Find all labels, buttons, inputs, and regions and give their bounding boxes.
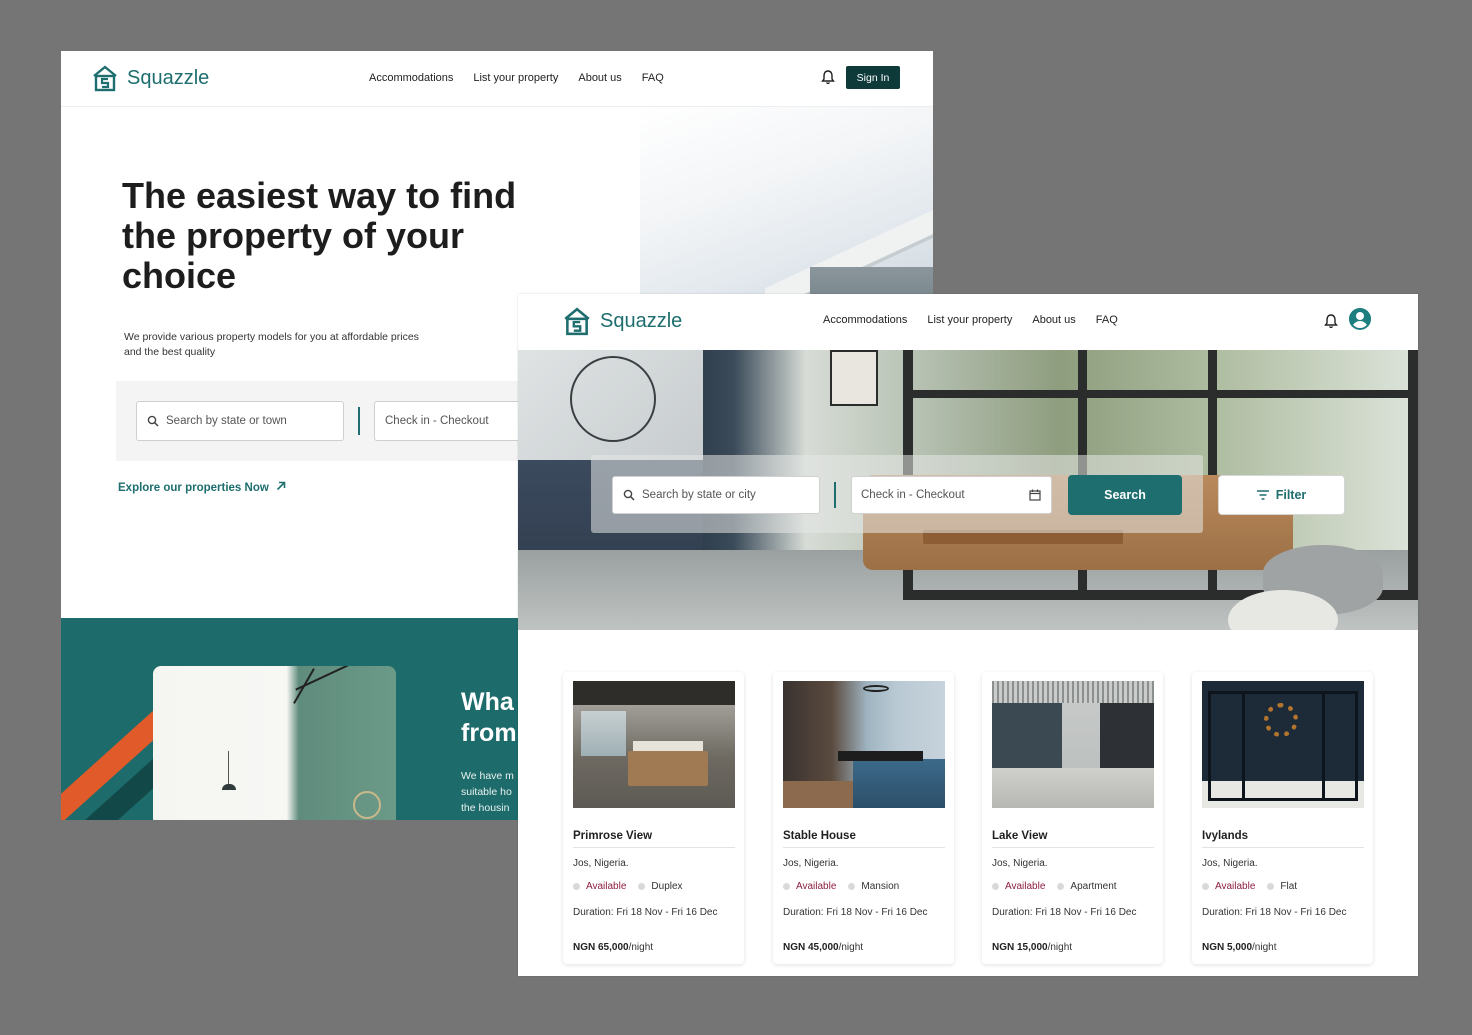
landing-header: Squazzle Accommodations List your proper… <box>61 51 933 107</box>
state-town-search-input[interactable]: Search by state or town <box>136 401 344 441</box>
sign-in-button[interactable]: Sign In <box>846 66 900 89</box>
explore-properties-link[interactable]: Explore our properties Now <box>118 481 286 494</box>
calendar-icon[interactable] <box>1029 489 1041 501</box>
house-logo-icon <box>564 307 590 336</box>
section-text: We have m suitable ho the housin <box>461 770 514 814</box>
status-dot-icon <box>1202 883 1209 890</box>
search-placeholder: Search by state or city <box>642 489 756 501</box>
date-placeholder: Check in - Checkout <box>385 415 489 427</box>
availability-status: Available <box>796 881 837 892</box>
type-dot-icon <box>1267 883 1275 890</box>
property-photo <box>573 681 735 808</box>
user-avatar-icon[interactable] <box>1349 308 1371 330</box>
stay-duration: Duration: Fri 18 Nov - Fri 16 Dec <box>783 907 928 918</box>
property-card[interactable]: Lake View Jos, Nigeria. Available Apartm… <box>982 672 1163 964</box>
section-heading: Wha from <box>461 688 517 747</box>
hero-subtext: We provide various property models for y… <box>124 331 419 358</box>
status-dot-icon <box>992 883 999 890</box>
availability-status: Available <box>586 881 627 892</box>
main-nav: Accommodations List your property About … <box>823 314 1118 326</box>
explore-link-label: Explore our properties Now <box>118 482 269 494</box>
state-city-search-input[interactable]: Search by state or city <box>612 476 820 514</box>
bell-icon[interactable] <box>1324 313 1338 329</box>
search-divider <box>358 407 360 435</box>
type-dot-icon <box>638 883 646 890</box>
search-icon <box>623 489 635 501</box>
nav-about-us[interactable]: About us <box>578 72 621 84</box>
property-card[interactable]: Stable House Jos, Nigeria. Available Man… <box>773 672 954 964</box>
checkin-checkout-input[interactable]: Check in - Checkout <box>851 476 1052 514</box>
property-location: Jos, Nigeria. <box>783 858 839 869</box>
filter-button[interactable]: Filter <box>1218 475 1345 515</box>
nightly-price: NGN 5,000/night <box>1202 942 1277 953</box>
stay-duration: Duration: Fri 18 Nov - Fri 16 Dec <box>1202 907 1347 918</box>
property-name: Primrose View <box>573 830 653 842</box>
hero-search-panel: Search by state or town Check in - Check… <box>116 381 544 461</box>
bell-icon[interactable] <box>821 69 835 85</box>
status-dot-icon <box>783 883 790 890</box>
search-placeholder: Search by state or town <box>166 415 287 427</box>
status-dot-icon <box>573 883 580 890</box>
property-location: Jos, Nigeria. <box>1202 858 1258 869</box>
nav-about-us[interactable]: About us <box>1032 314 1075 326</box>
hero-building-image <box>640 107 933 297</box>
brand-name: Squazzle <box>127 66 210 89</box>
search-button[interactable]: Search <box>1068 475 1182 515</box>
nav-list-property[interactable]: List your property <box>927 314 1012 326</box>
arrow-up-right-icon <box>276 481 286 491</box>
nightly-price: NGN 45,000/night <box>783 942 864 953</box>
search-icon <box>147 415 159 427</box>
property-card[interactable]: Ivylands Jos, Nigeria. Available Flat Du… <box>1192 672 1373 964</box>
brand-logo[interactable]: Squazzle <box>562 306 682 336</box>
nightly-price: NGN 15,000/night <box>992 942 1073 953</box>
brand-name: Squazzle <box>600 309 683 332</box>
search-divider <box>834 482 836 508</box>
nav-list-property[interactable]: List your property <box>473 72 558 84</box>
filter-label: Filter <box>1275 488 1307 502</box>
property-location: Jos, Nigeria. <box>573 858 629 869</box>
property-photo <box>992 681 1154 808</box>
house-logo-icon <box>93 65 117 92</box>
listings-page-window: Squazzle Accommodations List your proper… <box>518 294 1418 976</box>
availability-status: Available <box>1005 881 1046 892</box>
property-type: Duplex <box>651 881 683 892</box>
property-name: Lake View <box>992 830 1048 842</box>
property-photo <box>1202 681 1364 808</box>
hero-headline: The easiest way to find the property of … <box>122 175 517 296</box>
availability-status: Available <box>1215 881 1256 892</box>
interior-photo <box>153 666 396 820</box>
stay-duration: Duration: Fri 18 Nov - Fri 16 Dec <box>992 907 1137 918</box>
property-photo <box>783 681 945 808</box>
property-name: Stable House <box>783 830 856 842</box>
main-nav: Accommodations List your property About … <box>369 72 664 84</box>
property-location: Jos, Nigeria. <box>992 858 1048 869</box>
stay-duration: Duration: Fri 18 Nov - Fri 16 Dec <box>573 907 718 918</box>
nav-faq[interactable]: FAQ <box>642 72 664 84</box>
nav-accommodations[interactable]: Accommodations <box>369 72 453 84</box>
type-dot-icon <box>848 883 856 890</box>
property-type: Mansion <box>861 881 900 892</box>
nightly-price: NGN 65,000/night <box>573 942 654 953</box>
listings-header: Squazzle Accommodations List your proper… <box>518 294 1418 350</box>
type-dot-icon <box>1057 883 1065 890</box>
property-type: Apartment <box>1070 881 1117 892</box>
brand-logo[interactable]: Squazzle <box>91 64 209 92</box>
property-name: Ivylands <box>1202 830 1249 842</box>
date-placeholder: Check in - Checkout <box>861 489 965 501</box>
property-card[interactable]: Primrose View Jos, Nigeria. Available Du… <box>563 672 744 964</box>
property-type: Flat <box>1280 881 1298 892</box>
nav-faq[interactable]: FAQ <box>1096 314 1118 326</box>
filter-icon <box>1256 490 1269 500</box>
nav-accommodations[interactable]: Accommodations <box>823 314 907 326</box>
